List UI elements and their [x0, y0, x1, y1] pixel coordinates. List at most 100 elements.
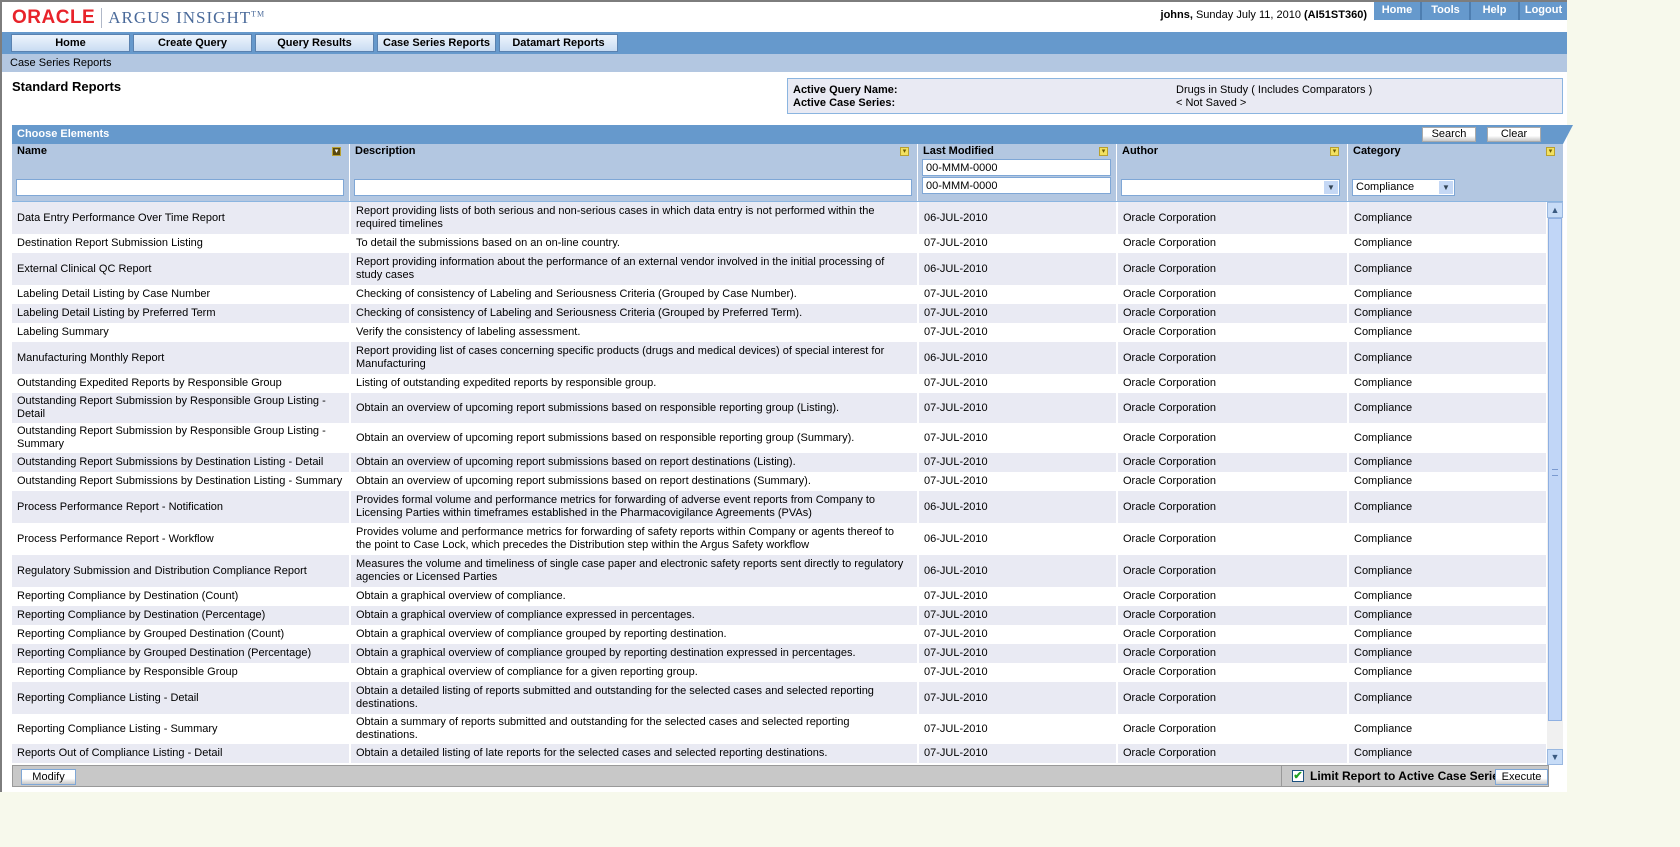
sort-icon[interactable]: ▾	[332, 147, 341, 156]
description-filter-input[interactable]	[354, 179, 912, 196]
cell-name: Labeling Detail Listing by Case Number	[12, 285, 351, 304]
cell-last-modified: 07-JUL-2010	[918, 644, 1118, 663]
execute-button[interactable]: Execute	[1495, 769, 1548, 785]
table-row[interactable]: Reporting Compliance by Grouped Destinat…	[12, 644, 1548, 663]
table-row[interactable]: Labeling Summary Verify the consistency o…	[12, 323, 1548, 342]
vertical-scrollbar[interactable]: ▲ ▼	[1547, 202, 1563, 765]
choose-elements-panel: Choose Elements Search Clear Name ▾ Desc…	[12, 125, 1573, 765]
table-row[interactable]: Reporting Compliance by Responsible Grou…	[12, 663, 1548, 682]
cell-description: Obtain a graphical overview of complianc…	[350, 625, 919, 644]
trademark: TM	[251, 9, 266, 19]
cell-description: Checking of consistency of Labeling and …	[350, 285, 919, 304]
table-row[interactable]: Reports Out of Compliance Listing - Deta…	[12, 744, 1548, 763]
table-row[interactable]: Outstanding Report Submission by Respons…	[12, 423, 1548, 453]
cell-last-modified: 07-JUL-2010	[918, 625, 1118, 644]
limit-label: Limit Report to Active Case Series	[1310, 769, 1506, 783]
cell-category: Compliance	[1348, 682, 1548, 714]
top-link-logout[interactable]: Logout	[1518, 2, 1567, 20]
table-row[interactable]: Labeling Detail Listing by Preferred Ter…	[12, 304, 1548, 323]
sort-icon[interactable]: ▾	[1330, 147, 1339, 156]
table-row[interactable]: Reporting Compliance by Grouped Destinat…	[12, 625, 1548, 644]
sort-icon[interactable]: ▾	[1099, 147, 1108, 156]
grip-icon	[1552, 469, 1558, 476]
clear-button[interactable]: Clear	[1487, 127, 1541, 142]
user-info: johns, Sunday July 11, 2010 (AI51ST360)	[1161, 9, 1367, 21]
table-row[interactable]: Outstanding Report Submission by Respons…	[12, 393, 1548, 423]
top-links: Home Tools Help Logout	[1374, 2, 1567, 20]
cell-last-modified: 07-JUL-2010	[918, 587, 1118, 606]
cell-description: Obtain an overview of upcoming report su…	[350, 423, 919, 453]
reports-table: Data Entry Performance Over Time Report R…	[12, 202, 1548, 765]
cell-name: Manufacturing Monthly Report	[12, 342, 351, 374]
cell-author: Oracle Corporation	[1117, 472, 1349, 491]
table-row[interactable]: Reporting Compliance Listing - Summary Ob…	[12, 714, 1548, 744]
top-link-tools[interactable]: Tools	[1420, 2, 1469, 20]
scroll-down-icon[interactable]: ▼	[1547, 749, 1563, 765]
cell-category: Compliance	[1348, 374, 1548, 393]
cell-author: Oracle Corporation	[1117, 423, 1349, 453]
cell-category: Compliance	[1348, 453, 1548, 472]
cell-description: Report providing list of cases concernin…	[350, 342, 919, 374]
table-row[interactable]: Data Entry Performance Over Time Report R…	[12, 202, 1548, 234]
limit-checkbox[interactable]: ✔	[1292, 770, 1304, 782]
cell-description: Provides formal volume and performance m…	[350, 491, 919, 523]
table-row[interactable]: Outstanding Expedited Reports by Respons…	[12, 374, 1548, 393]
cell-description: Provides volume and performance metrics …	[350, 523, 919, 555]
nav-home[interactable]: Home	[11, 34, 130, 52]
nav-create-query[interactable]: Create Query	[133, 34, 252, 52]
cell-category: Compliance	[1348, 555, 1548, 587]
nav-datamart-reports[interactable]: Datamart Reports	[499, 34, 618, 52]
sort-icon[interactable]: ▾	[900, 147, 909, 156]
top-link-home[interactable]: Home	[1374, 2, 1420, 20]
cell-author: Oracle Corporation	[1117, 202, 1349, 234]
scrollbar-thumb[interactable]	[1548, 218, 1562, 721]
table-row[interactable]: Reporting Compliance by Destination (Cou…	[12, 587, 1548, 606]
cell-last-modified: 07-JUL-2010	[918, 423, 1118, 453]
table-row[interactable]: Outstanding Report Submissions by Destin…	[12, 472, 1548, 491]
name-filter-input[interactable]	[16, 179, 344, 196]
chevron-down-icon[interactable]: ▼	[1439, 181, 1453, 194]
table-row[interactable]: Labeling Detail Listing by Case Number Ch…	[12, 285, 1548, 304]
modify-button[interactable]: Modify	[21, 769, 76, 785]
author-filter-select[interactable]: ▼	[1121, 179, 1340, 196]
table-row[interactable]: Reporting Compliance Listing - Detail Obt…	[12, 682, 1548, 714]
category-filter-select[interactable]: Compliance ▼	[1352, 179, 1455, 196]
cell-description: Obtain an overview of upcoming report su…	[350, 472, 919, 491]
page-title: Standard Reports	[12, 79, 122, 94]
cell-author: Oracle Corporation	[1117, 682, 1349, 714]
active-query-value: Drugs in Study ( Includes Comparators )	[1176, 84, 1373, 96]
cell-author: Oracle Corporation	[1117, 491, 1349, 523]
sort-icon[interactable]: ▾	[1546, 147, 1555, 156]
username: johns,	[1160, 9, 1193, 21]
scroll-up-icon[interactable]: ▲	[1547, 202, 1563, 218]
table-row[interactable]: External Clinical QC Report Report provid…	[12, 253, 1548, 285]
search-button[interactable]: Search	[1422, 127, 1476, 142]
chevron-down-icon[interactable]: ▼	[1324, 181, 1338, 194]
column-header-category: Category	[1353, 145, 1401, 157]
cell-last-modified: 07-JUL-2010	[918, 304, 1118, 323]
table-row[interactable]: Process Performance Report - Workflow Pro…	[12, 523, 1548, 555]
date-from-input[interactable]	[922, 159, 1111, 176]
date-to-input[interactable]	[922, 177, 1111, 194]
cell-name: Destination Report Submission Listing	[12, 234, 351, 253]
top-link-help[interactable]: Help	[1469, 2, 1518, 20]
cell-last-modified: 06-JUL-2010	[918, 491, 1118, 523]
nav-case-series-reports[interactable]: Case Series Reports	[377, 34, 496, 52]
table-row[interactable]: Reporting Compliance by Destination (Per…	[12, 606, 1548, 625]
cell-last-modified: 07-JUL-2010	[918, 744, 1118, 763]
nav-query-results[interactable]: Query Results	[255, 34, 374, 52]
table-row[interactable]: Outstanding Report Submissions by Destin…	[12, 453, 1548, 472]
cell-author: Oracle Corporation	[1117, 323, 1349, 342]
cell-name: Reporting Compliance by Destination (Per…	[12, 606, 351, 625]
cell-description: Obtain a graphical overview of complianc…	[350, 606, 919, 625]
table-row[interactable]: Destination Report Submission Listing To …	[12, 234, 1548, 253]
cell-last-modified: 07-JUL-2010	[918, 285, 1118, 304]
table-row[interactable]: Manufacturing Monthly Report Report provi…	[12, 342, 1548, 374]
logo-divider	[101, 8, 103, 28]
filter-row: Name ▾ Description ▾ Last Modified ▾ Aut…	[12, 144, 1563, 202]
cell-category: Compliance	[1348, 587, 1548, 606]
cell-name: Reporting Compliance by Grouped Destinat…	[12, 644, 351, 663]
table-row[interactable]: Regulatory Submission and Distribution C…	[12, 555, 1548, 587]
cell-category: Compliance	[1348, 606, 1548, 625]
table-row[interactable]: Process Performance Report - Notificatio…	[12, 491, 1548, 523]
